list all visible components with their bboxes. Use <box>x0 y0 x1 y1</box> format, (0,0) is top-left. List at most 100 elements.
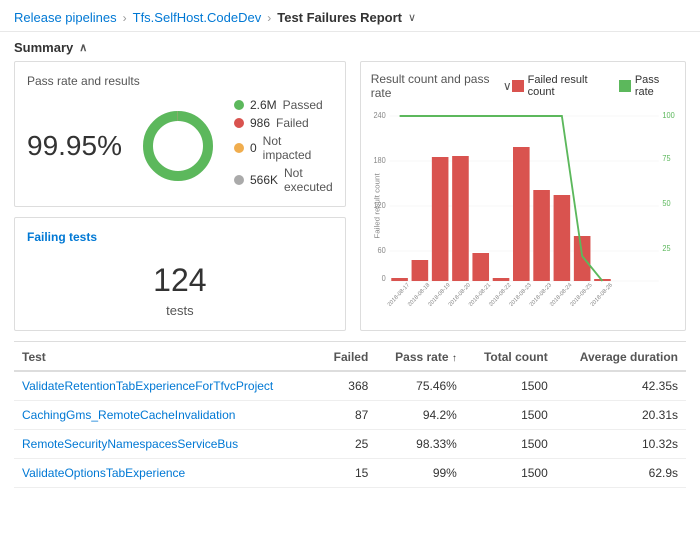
svg-text:60: 60 <box>377 246 385 255</box>
pass-rate-content: 99.95% <box>27 98 333 194</box>
cell-total-count: 1500 <box>465 459 556 488</box>
bar-1 <box>411 260 428 281</box>
breadcrumb-link-1[interactable]: Release pipelines <box>14 10 117 25</box>
legend-passed: 2.6M Passed <box>234 98 333 112</box>
table-row: CachingGms_RemoteCacheInvalidation 87 94… <box>14 401 686 430</box>
pass-rate-line <box>399 116 602 281</box>
bar-5 <box>492 278 509 281</box>
cell-test[interactable]: ValidateOptionsTabExperience <box>14 459 319 488</box>
svg-text:25: 25 <box>662 244 670 253</box>
summary-label: Summary <box>14 40 73 55</box>
bar-0 <box>391 278 408 281</box>
legend-label-not-executed: Not executed <box>284 166 333 194</box>
cell-test[interactable]: RemoteSecurityNamespacesServiceBus <box>14 430 319 459</box>
legend-not-executed: 566K Not executed <box>234 166 333 194</box>
svg-text:Failed result count: Failed result count <box>372 172 381 238</box>
sort-icon: ↑ <box>452 353 457 364</box>
failing-tests-title: Failing tests <box>27 230 333 244</box>
legend-value-not-executed: 566K <box>250 173 278 187</box>
cell-pass-rate: 98.33% <box>376 430 465 459</box>
legend-label-failed: Failed <box>276 116 309 130</box>
chart-legend-label-failed: Failed result count <box>528 74 607 98</box>
failing-unit: tests <box>27 303 333 318</box>
sep-2: › <box>267 11 271 25</box>
legend-value-failed: 986 <box>250 116 270 130</box>
col-pass-rate: Pass rate ↑ <box>376 342 465 371</box>
legend-value-not-impacted: 0 <box>250 141 257 155</box>
cell-failed: 87 <box>319 401 377 430</box>
breadcrumb-link-2[interactable]: Tfs.SelfHost.CodeDev <box>133 10 262 25</box>
col-failed: Failed <box>319 342 377 371</box>
col-test: Test <box>14 342 319 371</box>
failing-tests-card: Failing tests 124 tests <box>14 217 346 331</box>
table-header-row: Test Failed Pass rate ↑ Total count Aver… <box>14 342 686 371</box>
summary-row: Pass rate and results 99.95% <box>0 61 700 331</box>
chart-legend-passrate: Pass rate <box>619 74 675 98</box>
chevron-down-icon: ∨ <box>408 11 416 24</box>
breadcrumb: Release pipelines › Tfs.SelfHost.CodeDev… <box>0 0 700 32</box>
col-avg-duration: Average duration <box>556 342 686 371</box>
sep-1: › <box>123 11 127 25</box>
legend-not-impacted: 0 Not impacted <box>234 134 333 162</box>
chart-legend-label-passrate: Pass rate <box>635 74 675 98</box>
cell-avg-duration: 62.9s <box>556 459 686 488</box>
cell-failed: 368 <box>319 371 377 401</box>
bar-8 <box>553 195 570 281</box>
table-row: ValidateRetentionTabExperienceForTfvcPro… <box>14 371 686 401</box>
pass-rate-value: 99.95% <box>27 130 122 162</box>
summary-header: Summary ∧ <box>0 32 700 61</box>
legend-failed: 986 Failed <box>234 116 333 130</box>
results-table: Test Failed Pass rate ↑ Total count Aver… <box>14 342 686 488</box>
chart-legend-color-passrate <box>619 80 631 92</box>
cell-total-count: 1500 <box>465 371 556 401</box>
pass-rate-card: Pass rate and results 99.95% <box>14 61 346 207</box>
table-body: ValidateRetentionTabExperienceForTfvcPro… <box>14 371 686 488</box>
cell-pass-rate: 94.2% <box>376 401 465 430</box>
cell-avg-duration: 42.35s <box>556 371 686 401</box>
left-panel: Pass rate and results 99.95% <box>14 61 346 331</box>
legend-dot-not-executed <box>234 175 244 185</box>
cell-avg-duration: 20.31s <box>556 401 686 430</box>
svg-text:180: 180 <box>373 156 385 165</box>
cell-pass-rate: 75.46% <box>376 371 465 401</box>
cell-total-count: 1500 <box>465 430 556 459</box>
table-section: Test Failed Pass rate ↑ Total count Aver… <box>14 341 686 488</box>
svg-text:75: 75 <box>662 154 670 163</box>
cell-failed: 15 <box>319 459 377 488</box>
cell-total-count: 1500 <box>465 401 556 430</box>
page-title: Test Failures Report <box>277 10 402 25</box>
legend-label-not-impacted: Not impacted <box>263 134 333 162</box>
summary-toggle-icon[interactable]: ∧ <box>79 41 87 54</box>
legend-dot-not-impacted <box>234 143 244 153</box>
cell-avg-duration: 10.32s <box>556 430 686 459</box>
chart-legend-failed: Failed result count <box>512 74 607 98</box>
chart-legend-container: Failed result count Pass rate <box>512 74 675 98</box>
cell-test[interactable]: ValidateRetentionTabExperienceForTfvcPro… <box>14 371 319 401</box>
svg-text:0: 0 <box>381 274 385 283</box>
bar-6 <box>513 147 530 281</box>
legend-value-passed: 2.6M <box>250 98 277 112</box>
legend-label-passed: Passed <box>283 98 323 112</box>
chart-area: 240 180 120 60 0 100 75 50 25 <box>371 106 675 320</box>
failing-count: 124 <box>27 252 333 303</box>
chart-legend-color-failed <box>512 80 524 92</box>
table-row: RemoteSecurityNamespacesServiceBus 25 98… <box>14 430 686 459</box>
bar-3 <box>452 156 469 281</box>
cell-pass-rate: 99% <box>376 459 465 488</box>
bar-2 <box>432 157 449 281</box>
donut-chart <box>138 106 218 186</box>
chart-legend: 2.6M Passed 986 Failed 0 Not impacted <box>234 98 333 194</box>
pass-rate-card-title: Pass rate and results <box>27 74 333 88</box>
cell-failed: 25 <box>319 430 377 459</box>
chart-panel: Result count and pass rate ∨ Failed resu… <box>360 61 686 331</box>
bar-4 <box>472 253 489 281</box>
legend-dot-passed <box>234 100 244 110</box>
chart-chevron-icon: ∨ <box>503 79 512 93</box>
svg-text:2018-08-26: 2018-08-26 <box>589 282 613 306</box>
svg-text:50: 50 <box>662 199 670 208</box>
cell-test[interactable]: CachingGms_RemoteCacheInvalidation <box>14 401 319 430</box>
legend-dot-failed <box>234 118 244 128</box>
svg-text:240: 240 <box>373 111 385 120</box>
bar-9 <box>574 236 591 281</box>
bar-7 <box>533 190 550 281</box>
